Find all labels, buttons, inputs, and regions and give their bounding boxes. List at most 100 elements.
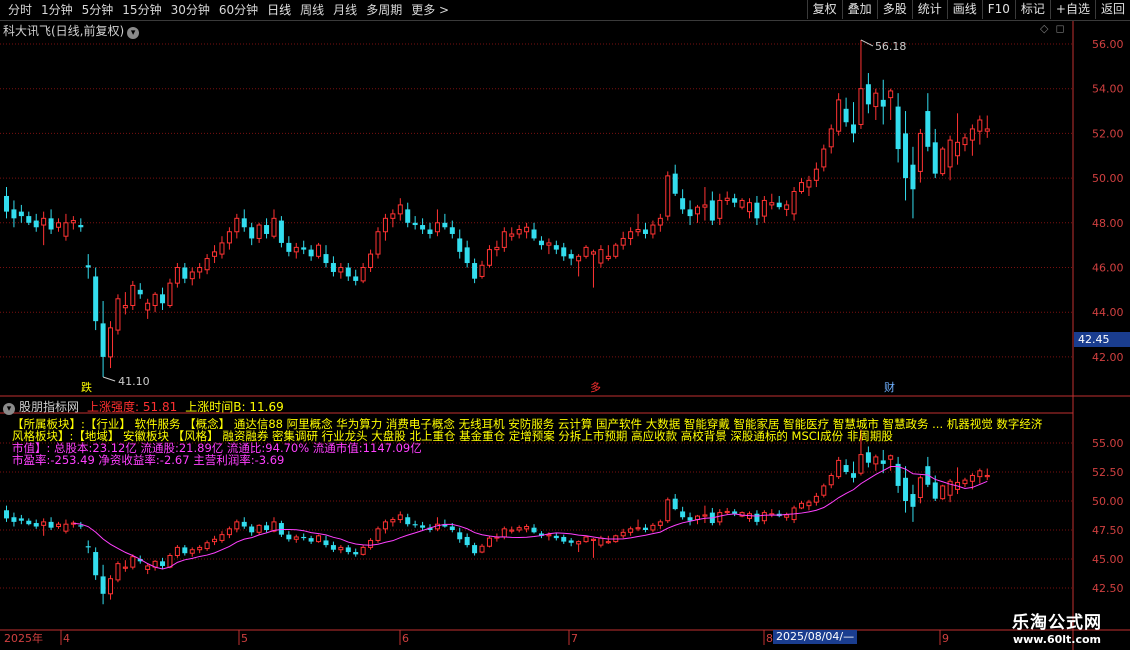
x-tick-label: 5 — [241, 632, 248, 645]
restore-rights-button[interactable]: 复权 — [806, 0, 842, 19]
candle-body — [724, 510, 730, 514]
candle-body — [219, 242, 225, 255]
candle-body — [561, 536, 567, 542]
candle-body — [48, 521, 54, 528]
y-tick-label: 45.00 — [1092, 553, 1124, 566]
candle-body — [308, 249, 314, 257]
field-1-value: 51.81 — [142, 400, 178, 414]
chevron-down-icon[interactable]: ▾ — [127, 27, 140, 39]
expand-icon[interactable]: ◻ — [1055, 22, 1064, 35]
candle-body — [464, 536, 470, 546]
candle-body — [754, 202, 760, 219]
candle-body — [843, 108, 849, 123]
candle-body — [680, 198, 686, 210]
candle-body — [345, 267, 351, 277]
tab-intraday[interactable]: 分时 — [4, 2, 37, 18]
field-2-value: 11.69 — [249, 400, 284, 414]
candle-body — [962, 137, 968, 146]
tab-daily[interactable]: 日线 — [263, 2, 296, 18]
moving-average-line — [73, 466, 988, 570]
tab-more[interactable]: 更多 > — [407, 2, 454, 18]
candle-body — [368, 539, 374, 548]
candle-body — [531, 527, 537, 533]
candle-body — [293, 536, 299, 540]
candle-body — [360, 546, 366, 555]
candle-body — [925, 111, 931, 147]
x-tick-label: 6 — [402, 632, 409, 645]
candle-body — [813, 168, 819, 181]
candle-body — [479, 545, 485, 553]
y-tick-label: 50.00 — [1092, 172, 1124, 185]
candle-body — [509, 529, 515, 532]
candle-body — [784, 204, 790, 210]
f10-button[interactable]: F10 — [981, 0, 1015, 19]
candle-body — [791, 191, 797, 215]
mark-button[interactable]: 标记 — [1014, 0, 1050, 19]
candle-body — [977, 119, 983, 132]
back-button[interactable]: 返回 — [1094, 0, 1130, 19]
candle-body — [761, 199, 767, 217]
candle-body — [895, 106, 901, 150]
candle-body — [382, 521, 388, 530]
tab-60min[interactable]: 60分钟 — [215, 2, 263, 18]
candle-body — [397, 514, 403, 521]
candle-body — [628, 528, 634, 533]
candle-body — [687, 517, 693, 521]
candle-body — [843, 465, 849, 472]
candle-body — [635, 229, 641, 233]
candle-body — [650, 224, 656, 235]
candle-body — [754, 513, 760, 522]
candle-body — [605, 255, 611, 260]
tab-1min[interactable]: 1分钟 — [37, 2, 78, 18]
candle-body — [405, 517, 411, 525]
candle-body — [26, 216, 32, 223]
candle-body — [880, 99, 886, 107]
candle-body — [813, 495, 819, 503]
tab-30min[interactable]: 30分钟 — [167, 2, 215, 18]
kline-chart[interactable]: 56.00 54.00 52.00 50.00 48.00 46.00 44.00 42.00… — [0, 21, 1130, 650]
candle-body — [932, 142, 938, 174]
statistics-button[interactable]: 统计 — [911, 0, 947, 19]
indicator-title-bar: ▾ 股朋指标网 上涨强度: 51.81 上涨时间B: 11.69 — [3, 398, 284, 415]
y-tick-label: 50.00 — [1092, 495, 1124, 508]
candle-body — [687, 209, 693, 217]
candle-body — [449, 526, 455, 530]
candle-body — [420, 225, 426, 230]
candle-body — [598, 249, 604, 264]
tab-5min[interactable]: 5分钟 — [78, 2, 119, 18]
candle-body — [78, 525, 84, 527]
candle-body — [4, 195, 9, 212]
add-watchlist-button[interactable]: +自选 — [1049, 0, 1095, 19]
candle-body — [368, 253, 374, 268]
candle-body — [145, 302, 151, 311]
tab-multi-period[interactable]: 多周期 — [362, 2, 407, 18]
tab-weekly[interactable]: 周线 — [296, 2, 329, 18]
candle-body — [160, 561, 166, 566]
candle-body — [182, 547, 188, 554]
tab-15min[interactable]: 15分钟 — [118, 2, 166, 18]
candle-body — [568, 254, 574, 259]
multi-stock-button[interactable]: 多股 — [876, 0, 912, 19]
candle-body — [100, 323, 106, 357]
diamond-icon[interactable]: ◇ — [1040, 22, 1048, 35]
candle-body — [63, 222, 69, 237]
candle-body — [962, 479, 968, 485]
y-tick-label: 44.00 — [1092, 306, 1124, 319]
draw-line-button[interactable]: 画线 — [946, 0, 982, 19]
tab-monthly[interactable]: 月线 — [329, 2, 362, 18]
candle-body — [4, 510, 9, 519]
high-label: 56.18 — [875, 40, 907, 53]
candle-body — [903, 477, 909, 501]
chevron-down-icon[interactable]: ▾ — [3, 403, 15, 415]
candle-body — [226, 528, 232, 536]
y-tick-label: 56.00 — [1092, 38, 1124, 51]
candle-body — [576, 541, 582, 545]
candle-body — [538, 240, 544, 246]
overlay-button[interactable]: 叠加 — [841, 0, 877, 19]
candle-body — [650, 524, 656, 531]
candle-body — [330, 263, 336, 272]
candle-body — [947, 139, 953, 168]
x-tick-label: 2025年 — [4, 631, 43, 645]
candle-body — [628, 231, 634, 239]
indicator-field-1: 上涨强度: 51.81 — [87, 398, 177, 415]
